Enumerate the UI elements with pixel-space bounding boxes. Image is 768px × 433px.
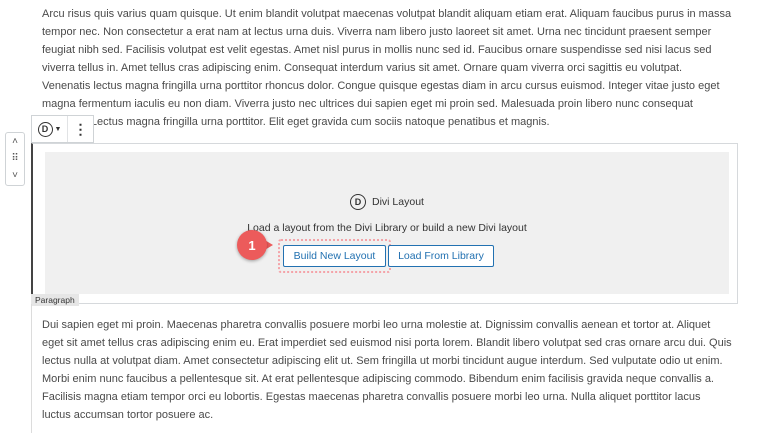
- step-callout: 1: [237, 230, 273, 260]
- drag-handle-icon[interactable]: ⠿: [11, 152, 18, 166]
- divi-layout-description: Load a layout from the Divi Library or b…: [247, 222, 527, 234]
- block-type-label: Paragraph: [31, 294, 79, 306]
- load-from-library-button[interactable]: Load From Library: [388, 245, 494, 267]
- move-up-icon[interactable]: ˄: [12, 135, 18, 149]
- divi-layout-title: D Divi Layout: [45, 194, 729, 210]
- divider: [31, 304, 32, 433]
- paragraph-top[interactable]: Arcu risus quis varius quam quisque. Ut …: [42, 5, 732, 131]
- paragraph-bottom[interactable]: Dui sapien eget mi proin. Maecenas phare…: [42, 316, 732, 424]
- divi-logo-icon: D: [350, 194, 367, 210]
- divi-icon: D: [37, 121, 53, 137]
- block-toolbar: D ▼ ⋮: [31, 115, 94, 143]
- more-options-icon[interactable]: ⋮: [68, 116, 93, 142]
- callout-number: 1: [237, 230, 267, 260]
- move-down-icon[interactable]: ˅: [12, 169, 18, 183]
- chevron-down-icon: ▼: [54, 125, 62, 133]
- block-mover: ˄ ⠿ ˅: [5, 132, 25, 186]
- block-type-switcher[interactable]: D ▼: [32, 116, 68, 142]
- divi-layout-block[interactable]: D Divi Layout Load a layout from the Div…: [31, 143, 738, 304]
- build-new-layout-button[interactable]: Build New Layout: [283, 245, 386, 267]
- divi-placeholder: D Divi Layout Load a layout from the Div…: [45, 152, 729, 294]
- divi-layout-title-text: Divi Layout: [372, 196, 424, 208]
